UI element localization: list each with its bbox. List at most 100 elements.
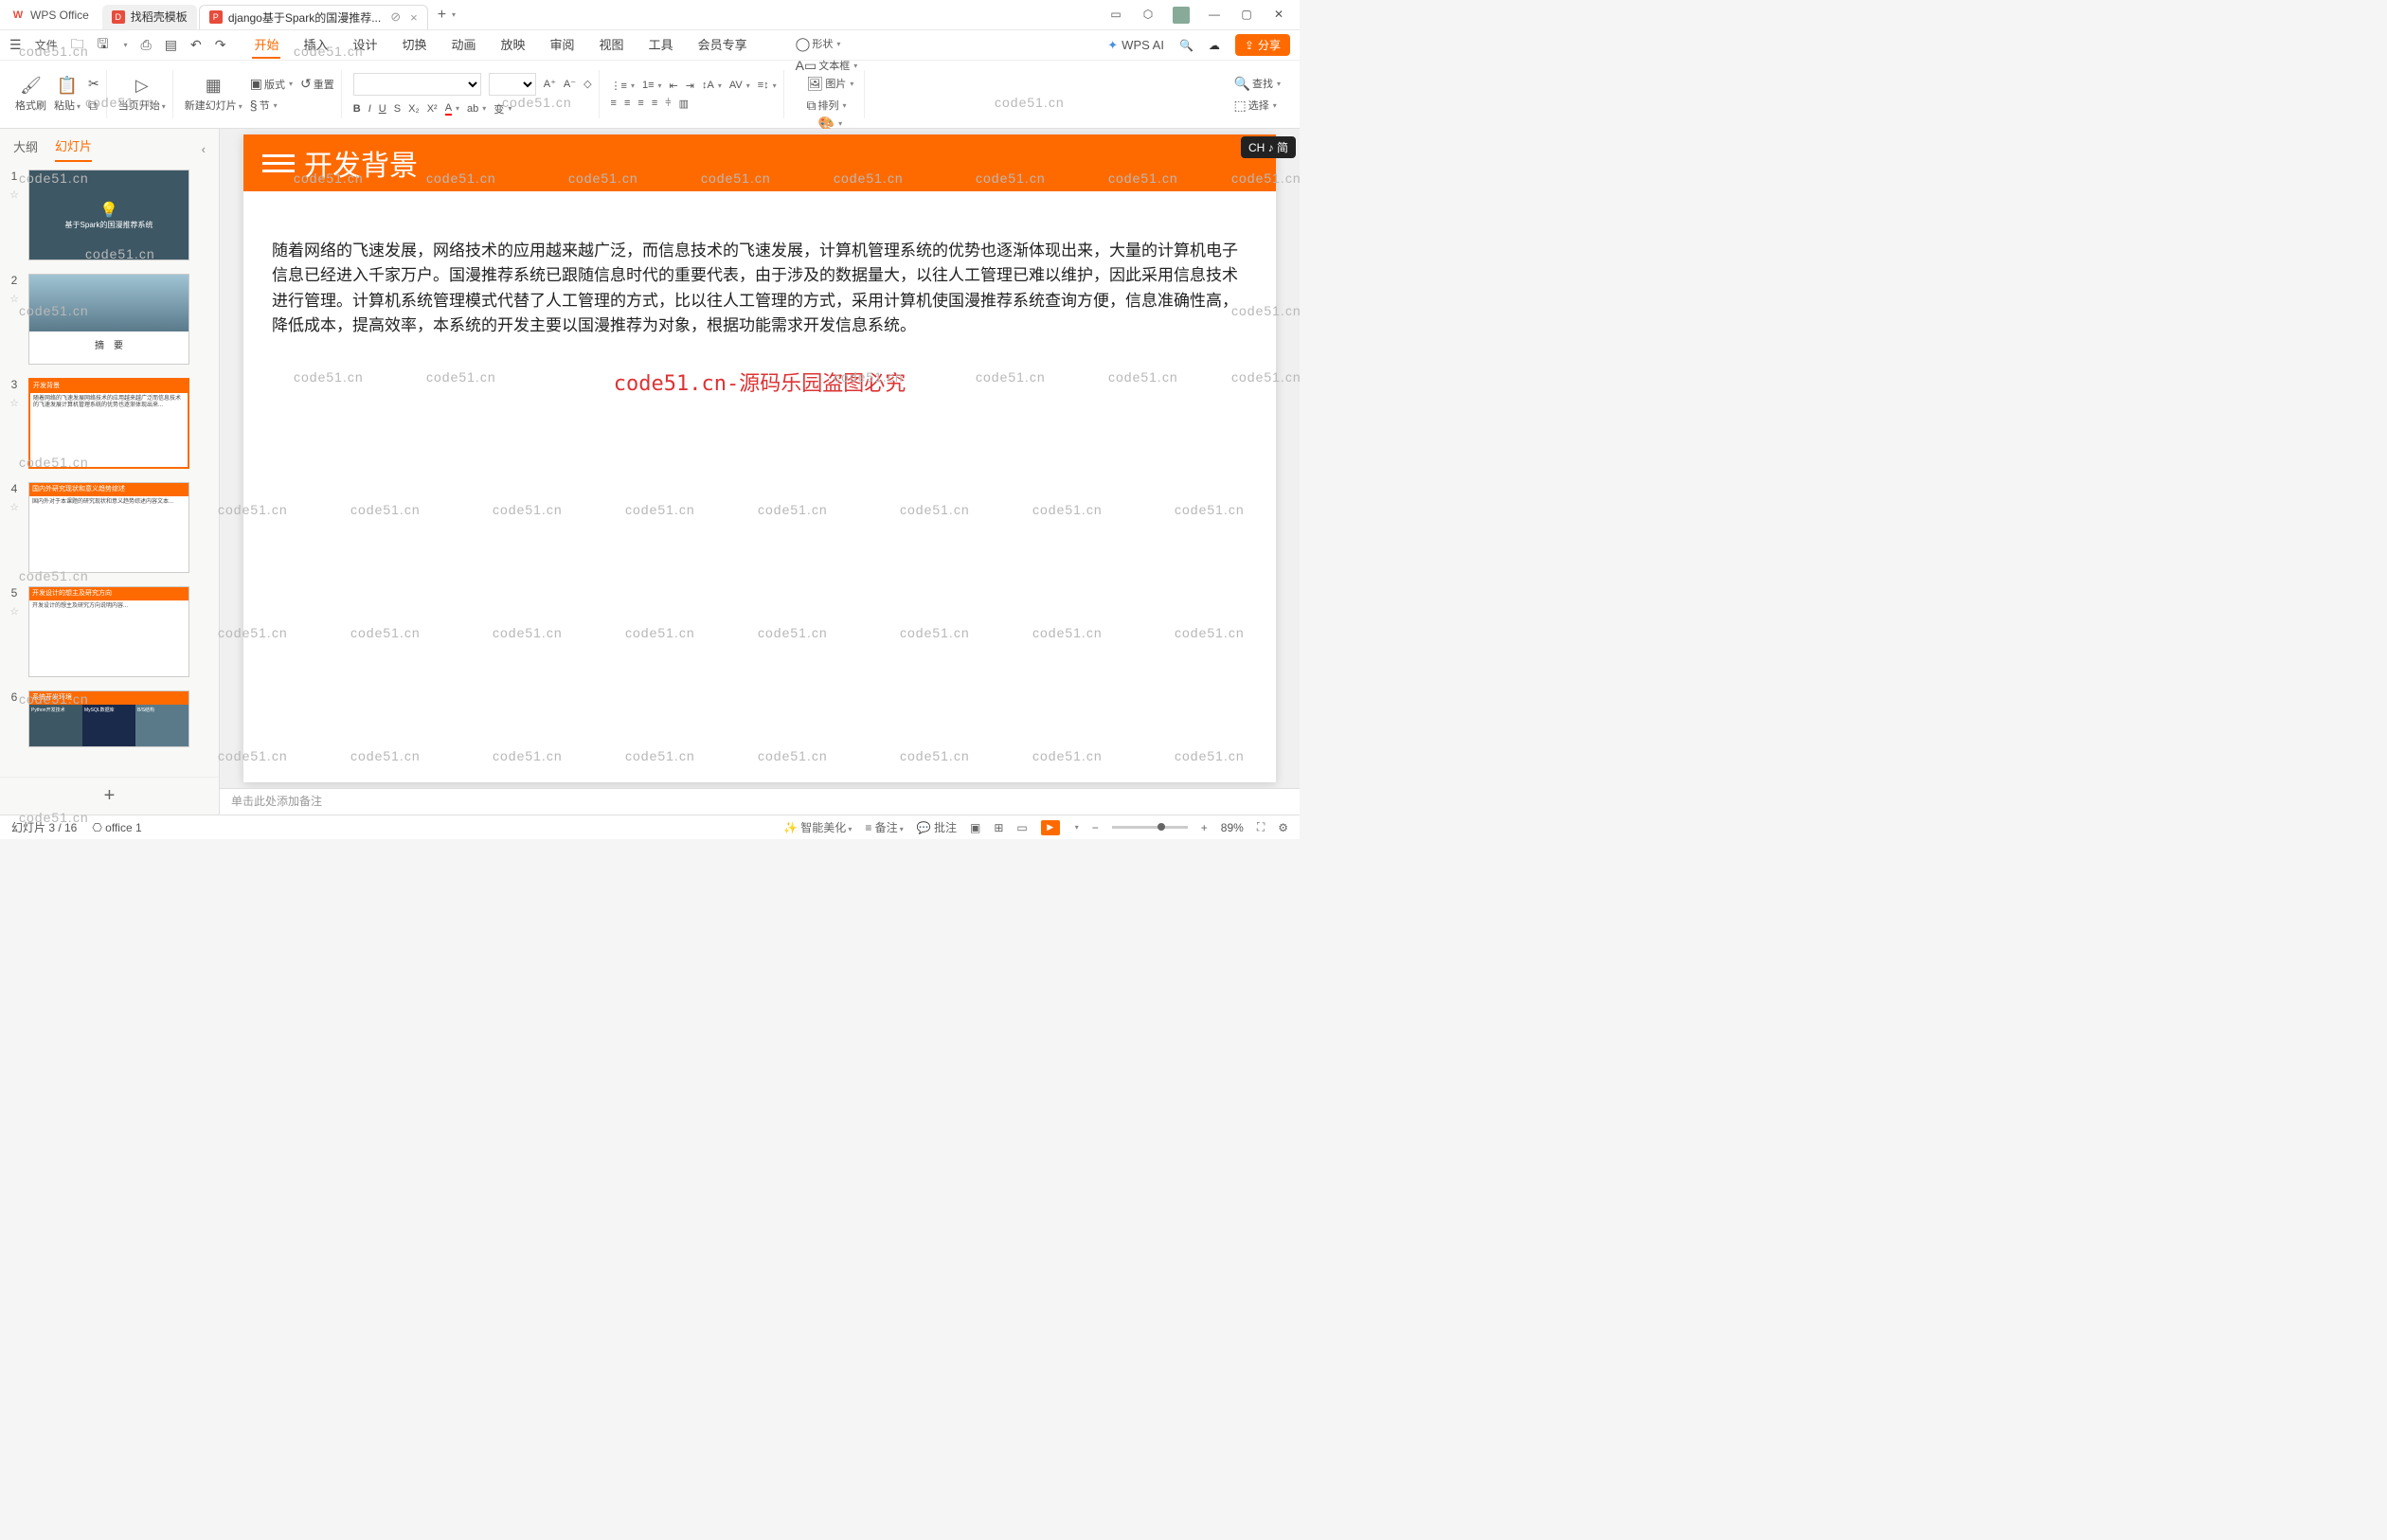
justify-button[interactable]: ≡ xyxy=(652,98,657,109)
copy-button[interactable]: ⧉ xyxy=(88,98,99,114)
file-menu[interactable]: 文件 xyxy=(35,37,58,53)
normal-view-icon[interactable]: ▣ xyxy=(970,821,980,834)
layout-button[interactable]: ▣版式▾ xyxy=(250,76,293,92)
shape-button[interactable]: ◯形状▾ xyxy=(796,36,858,52)
subscript-button[interactable]: X₂ xyxy=(408,103,420,115)
slide-thumb-2[interactable]: 摘 要 xyxy=(28,274,189,365)
tab-menu-caret-icon[interactable]: ▾ xyxy=(452,10,456,19)
arrange-button[interactable]: ⧉排列▾ xyxy=(807,98,854,114)
doc-tab-active[interactable]: P django基于Spark的国漫推荐... ⊘ × xyxy=(199,5,428,29)
italic-button[interactable]: I xyxy=(368,103,371,115)
avatar-icon[interactable] xyxy=(1173,7,1190,24)
char-spacing-button[interactable]: AV▾ xyxy=(729,80,750,91)
cloud-icon[interactable]: ☁ xyxy=(1209,39,1220,52)
comments-toggle[interactable]: 💬 批注 xyxy=(917,819,957,835)
menu-animation[interactable]: 动画 xyxy=(450,31,478,59)
slide-thumb-6[interactable]: 系统开发环境 Python开发技术 MySQL数据库 B/S结构 xyxy=(28,690,189,747)
line-spacing-button[interactable]: ≡↕▾ xyxy=(758,80,777,91)
menu-insert[interactable]: 插入 xyxy=(301,31,330,59)
close-tab-icon[interactable]: × xyxy=(410,10,418,25)
zoom-out-button[interactable]: − xyxy=(1092,821,1099,834)
change-case-button[interactable]: 变▾ xyxy=(494,101,512,116)
slideshow-button[interactable]: ▶ xyxy=(1041,820,1060,835)
menu-tools[interactable]: 工具 xyxy=(647,31,675,59)
maximize-icon[interactable]: ▢ xyxy=(1239,7,1254,22)
decrease-font-button[interactable]: A⁻ xyxy=(564,78,576,90)
open-icon[interactable]: 🗀 xyxy=(71,34,84,57)
bold-button[interactable]: B xyxy=(353,103,361,115)
select-button[interactable]: ⬚选择▾ xyxy=(1234,98,1281,114)
text-direction-button[interactable]: ↕A▾ xyxy=(702,80,722,91)
reset-button[interactable]: ↺重置 xyxy=(300,76,334,92)
format-brush-button[interactable]: 🖌格式刷 xyxy=(15,76,46,113)
add-slide-button[interactable]: + xyxy=(0,777,219,815)
zoom-in-button[interactable]: + xyxy=(1201,821,1208,834)
slideshow-caret[interactable]: ▾ xyxy=(1075,823,1079,832)
add-tab-button[interactable]: + xyxy=(438,7,446,24)
align-center-button[interactable]: ≡ xyxy=(624,98,630,109)
menu-slideshow[interactable]: 放映 xyxy=(499,31,528,59)
slides-tab[interactable]: 幻灯片 xyxy=(55,136,92,162)
office-indicator[interactable]: ⎔ office 1 xyxy=(92,821,141,834)
section-button[interactable]: §节▾ xyxy=(250,98,293,113)
menu-transition[interactable]: 切换 xyxy=(400,31,428,59)
doc-tab-template[interactable]: D 找稻壳模板 xyxy=(102,5,197,29)
redo-icon[interactable]: ↷ xyxy=(215,37,226,53)
decrease-indent-button[interactable]: ⇤ xyxy=(670,80,678,92)
paste-button[interactable]: 📋粘贴▾ xyxy=(54,76,81,113)
increase-indent-button[interactable]: ⇥ xyxy=(686,80,694,92)
canvas-scroll[interactable]: 开发背景 随着网络的飞速发展，网络技术的应用越来越广泛，而信息技术的飞速发展，计… xyxy=(220,129,1300,788)
undo-icon[interactable]: ↶ xyxy=(190,37,202,53)
zoom-slider[interactable] xyxy=(1112,826,1188,829)
print-icon[interactable]: ⎙ xyxy=(141,37,152,53)
fit-window-icon[interactable]: ⛶ xyxy=(1257,820,1265,834)
star-icon[interactable]: ☆ xyxy=(9,605,19,618)
minimize-icon[interactable]: — xyxy=(1207,7,1222,22)
pin-icon[interactable]: ⊘ xyxy=(390,9,401,25)
highlight-button[interactable]: ab▾ xyxy=(467,103,486,115)
star-icon[interactable]: ☆ xyxy=(9,397,19,409)
slide-thumb-5[interactable]: 开发设计的想主及研究方向 开发设计的想主及研究方向说明内容... xyxy=(28,586,189,677)
zoom-level[interactable]: 89% xyxy=(1221,821,1244,834)
sorter-view-icon[interactable]: ⊞ xyxy=(994,821,1003,834)
close-window-icon[interactable]: ✕ xyxy=(1271,7,1286,22)
cut-button[interactable]: ✂ xyxy=(88,76,99,92)
share-button[interactable]: ⇪分享 xyxy=(1235,34,1290,56)
menu-design[interactable]: 设计 xyxy=(350,31,379,59)
superscript-button[interactable]: X² xyxy=(427,103,438,115)
slide-thumb-3[interactable]: 开发背景 随着网络的飞速发展网络技术的应用越来越广泛而信息技术的飞速发展计算机管… xyxy=(28,378,189,469)
smart-beautify-button[interactable]: ✨ 智能美化▾ xyxy=(783,819,852,835)
ime-indicator[interactable]: CH ♪ 简 xyxy=(1241,136,1296,158)
star-icon[interactable]: ☆ xyxy=(9,293,19,305)
font-color-button[interactable]: A▾ xyxy=(445,102,459,116)
find-button[interactable]: 🔍查找▾ xyxy=(1234,76,1281,92)
align-left-button[interactable]: ≡ xyxy=(611,98,617,109)
star-icon[interactable]: ☆ xyxy=(9,501,19,513)
notes-toggle[interactable]: ≡ 备注▾ xyxy=(865,819,903,835)
from-current-button[interactable]: ▷当页开始▾ xyxy=(118,76,166,113)
menu-view[interactable]: 视图 xyxy=(598,31,626,59)
bullets-button[interactable]: ⋮≡▾ xyxy=(611,80,635,92)
slide-canvas[interactable]: 开发背景 随着网络的飞速发展，网络技术的应用越来越广泛，而信息技术的飞速发展，计… xyxy=(243,134,1276,782)
outline-tab[interactable]: 大纲 xyxy=(13,137,38,161)
textbox-button[interactable]: A▭文本框▾ xyxy=(796,58,858,74)
increase-font-button[interactable]: A⁺ xyxy=(544,78,556,90)
menu-start[interactable]: 开始 xyxy=(252,31,280,59)
slide-body-text[interactable]: 随着网络的飞速发展，网络技术的应用越来越广泛，而信息技术的飞速发展，计算机管理系… xyxy=(243,191,1276,357)
star-icon[interactable]: ☆ xyxy=(9,188,19,201)
picture-button[interactable]: 🖼图片▾ xyxy=(807,76,854,92)
underline-button[interactable]: U xyxy=(379,103,386,115)
search-icon[interactable]: 🔍 xyxy=(1179,39,1194,52)
columns-button[interactable]: ▥ xyxy=(679,98,689,110)
font-size-select[interactable] xyxy=(489,73,536,96)
save-caret-icon[interactable]: ▾ xyxy=(124,41,128,49)
distribute-button[interactable]: ⫩ xyxy=(665,98,671,110)
notes-pane[interactable]: 单击此处添加备注 xyxy=(220,788,1300,815)
menu-member[interactable]: 会员专享 xyxy=(696,31,749,59)
save-icon[interactable]: 🖫 xyxy=(98,34,109,57)
align-right-button[interactable]: ≡ xyxy=(637,98,643,109)
thumbnails-list[interactable]: 1☆ 💡基于Spark的国漫推荐系统 2☆ 摘 要 3☆ 开发背景 随着网络的飞… xyxy=(0,162,219,777)
collapse-panel-icon[interactable]: ‹ xyxy=(202,142,206,156)
strike-button[interactable]: S xyxy=(394,103,401,115)
package-icon[interactable]: ⬡ xyxy=(1140,7,1156,22)
